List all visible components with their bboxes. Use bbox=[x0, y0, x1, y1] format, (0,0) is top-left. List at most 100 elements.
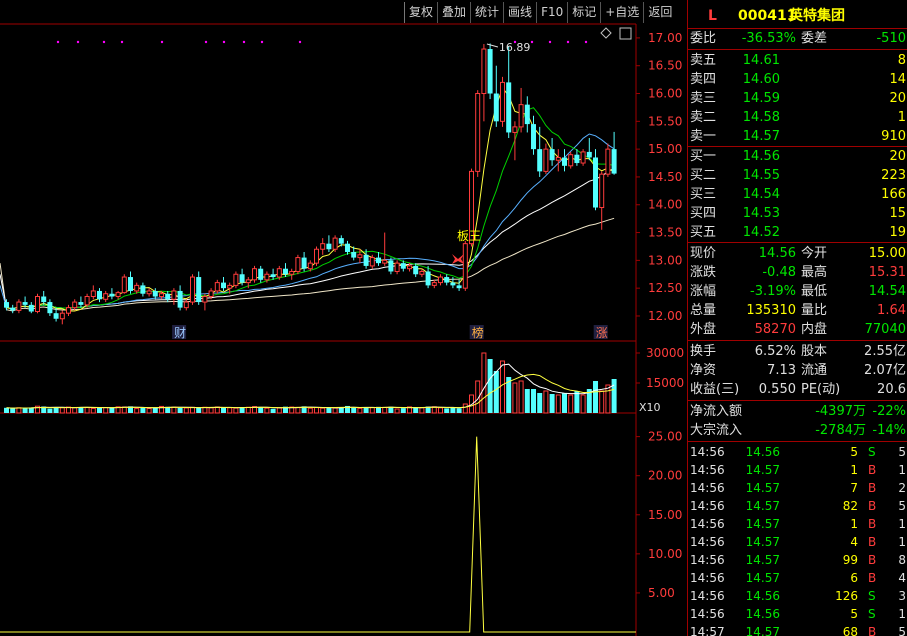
volume-bar bbox=[351, 408, 357, 413]
volume-bar bbox=[531, 389, 536, 413]
box-icon[interactable] bbox=[619, 27, 632, 40]
tag-label: 板王 bbox=[457, 229, 481, 243]
tick-count: 4 bbox=[898, 571, 906, 585]
tick-row[interactable]: 14:56 14.57 4 B 1 bbox=[688, 533, 907, 551]
high-pointer bbox=[486, 43, 499, 48]
overlay-button[interactable]: 叠加 bbox=[437, 2, 470, 23]
buy-level-label: 买二 bbox=[690, 168, 717, 183]
candle-body bbox=[128, 277, 133, 291]
flow-pct: -14% bbox=[872, 423, 906, 438]
sell-level-price: 14.58 bbox=[742, 110, 780, 125]
ma30-line bbox=[0, 167, 615, 310]
tick-row[interactable]: 14:56 14.57 1 B 1 bbox=[688, 515, 907, 533]
tick-row[interactable]: 14:56 14.57 82 B 5 bbox=[688, 497, 907, 515]
quote-value: 14.56 bbox=[758, 246, 796, 261]
candle-body bbox=[369, 257, 375, 267]
candle-body bbox=[555, 156, 561, 161]
tick-row[interactable]: 14:57 14.57 68 B 5 bbox=[688, 623, 907, 636]
tick-row[interactable]: 14:56 14.56 5 S 5 bbox=[688, 443, 907, 461]
candle-body bbox=[425, 271, 431, 286]
quote-label: 内盘 bbox=[801, 322, 828, 337]
volume-bar bbox=[233, 407, 239, 414]
buy-level-row[interactable]: 买五 14.52 19 bbox=[688, 223, 907, 243]
tick-side: B bbox=[868, 481, 877, 495]
buy-level-label: 买三 bbox=[690, 187, 717, 202]
buy-level-row[interactable]: 买三 14.54 166 bbox=[688, 185, 907, 205]
candle-body bbox=[22, 302, 28, 305]
tick-row[interactable]: 14:56 14.56 5 S 1 bbox=[688, 605, 907, 623]
buy-level-price: 14.56 bbox=[742, 149, 780, 164]
statistics-button[interactable]: 统计 bbox=[470, 2, 503, 23]
tick-row[interactable]: 14:56 14.57 7 B 2 bbox=[688, 479, 907, 497]
tick-volume: 1 bbox=[850, 463, 858, 477]
diamond-icon[interactable] bbox=[600, 27, 612, 39]
candle-body bbox=[289, 270, 295, 275]
mark-button[interactable]: 标记 bbox=[567, 2, 600, 23]
restore-rights-button[interactable]: 复权 bbox=[404, 2, 437, 23]
volume-bar bbox=[109, 407, 115, 413]
candle-body bbox=[450, 282, 456, 286]
candle-body bbox=[214, 282, 220, 292]
back-button[interactable]: 返回 bbox=[643, 2, 676, 23]
commission-row: 委比 -36.53% 委差 -510 bbox=[688, 29, 907, 49]
candle-body bbox=[462, 243, 468, 289]
stock-name: 英特集团 bbox=[789, 8, 845, 24]
chart-area[interactable]: 17.00 16.50 16.00 15.50 15.00 14.50 14.00 13.50… bbox=[0, 0, 687, 636]
commission-ratio-value: -36.53% bbox=[741, 31, 796, 46]
buy-level-row[interactable]: 买一 14.56 20 bbox=[688, 147, 907, 167]
draw-line-button[interactable]: 画线 bbox=[503, 2, 536, 23]
signal-dot bbox=[56, 40, 60, 44]
tick-row[interactable]: 14:56 14.57 99 B 8 bbox=[688, 551, 907, 569]
sell-level-row[interactable]: 卖五 14.61 8 bbox=[688, 51, 907, 71]
divider bbox=[688, 242, 907, 243]
tick-time: 14:56 bbox=[690, 571, 725, 585]
candle-body bbox=[159, 293, 164, 298]
quote-value: 77040 bbox=[864, 322, 906, 337]
volume-bar bbox=[450, 407, 456, 413]
tick-row[interactable]: 14:56 14.57 6 B 4 bbox=[688, 569, 907, 587]
add-watchlist-button[interactable]: +自选 bbox=[600, 2, 643, 23]
signal-dot bbox=[160, 40, 164, 44]
quote-panel: L 000411 英特集团 委比 -36.53% 委差 -510 卖五 14.61… bbox=[687, 0, 907, 636]
tick-time: 14:57 bbox=[690, 625, 725, 636]
sell-level-volume: 20 bbox=[889, 91, 906, 106]
sell-level-row[interactable]: 卖三 14.59 20 bbox=[688, 89, 907, 109]
candle-body bbox=[239, 274, 245, 283]
fundamental-label: 换手 bbox=[690, 344, 717, 359]
tick-side: B bbox=[868, 463, 877, 477]
candle-body bbox=[146, 290, 152, 295]
candle-body bbox=[233, 273, 239, 286]
candle-body bbox=[326, 243, 332, 250]
volume-bar bbox=[72, 407, 78, 414]
buy-level-row[interactable]: 买四 14.53 15 bbox=[688, 204, 907, 224]
fundamental-value: 0.550 bbox=[758, 382, 796, 397]
buy-level-volume: 223 bbox=[881, 168, 906, 183]
tick-count: 3 bbox=[898, 589, 906, 603]
buy-level-row[interactable]: 买二 14.55 223 bbox=[688, 166, 907, 186]
signal-dot bbox=[260, 40, 264, 44]
tick-side: S bbox=[868, 589, 876, 603]
sell-level-volume: 1 bbox=[897, 110, 906, 125]
tick-time: 14:56 bbox=[690, 553, 725, 567]
signal-dot bbox=[584, 40, 588, 44]
sell-level-row[interactable]: 卖二 14.58 1 bbox=[688, 108, 907, 128]
sell-level-row[interactable]: 卖四 14.60 14 bbox=[688, 70, 907, 90]
tick-count: 1 bbox=[898, 535, 906, 549]
volume-bar bbox=[605, 384, 611, 414]
sell-level-row[interactable]: 卖一 14.57 910 bbox=[688, 127, 907, 147]
quote-label: 总量 bbox=[690, 303, 717, 318]
quote-row: 涨跌 -0.48 最高 15.31 bbox=[688, 263, 907, 283]
tick-row[interactable]: 14:56 14.57 1 B 1 bbox=[688, 461, 907, 479]
tick-row[interactable]: 14:56 14.56 126 S 3 bbox=[688, 587, 907, 605]
candle-body bbox=[16, 301, 22, 311]
quote-value: -3.19% bbox=[750, 284, 796, 299]
tick-count: 5 bbox=[898, 499, 906, 513]
candle-body bbox=[475, 93, 481, 172]
volume-bar bbox=[270, 408, 276, 413]
candle-body bbox=[276, 268, 282, 278]
f10-button[interactable]: F10 bbox=[536, 2, 567, 23]
fundamental-label: 流通 bbox=[801, 363, 828, 378]
ma20-line bbox=[0, 133, 615, 310]
volume-bar bbox=[462, 403, 468, 414]
volume-bar bbox=[4, 407, 9, 413]
